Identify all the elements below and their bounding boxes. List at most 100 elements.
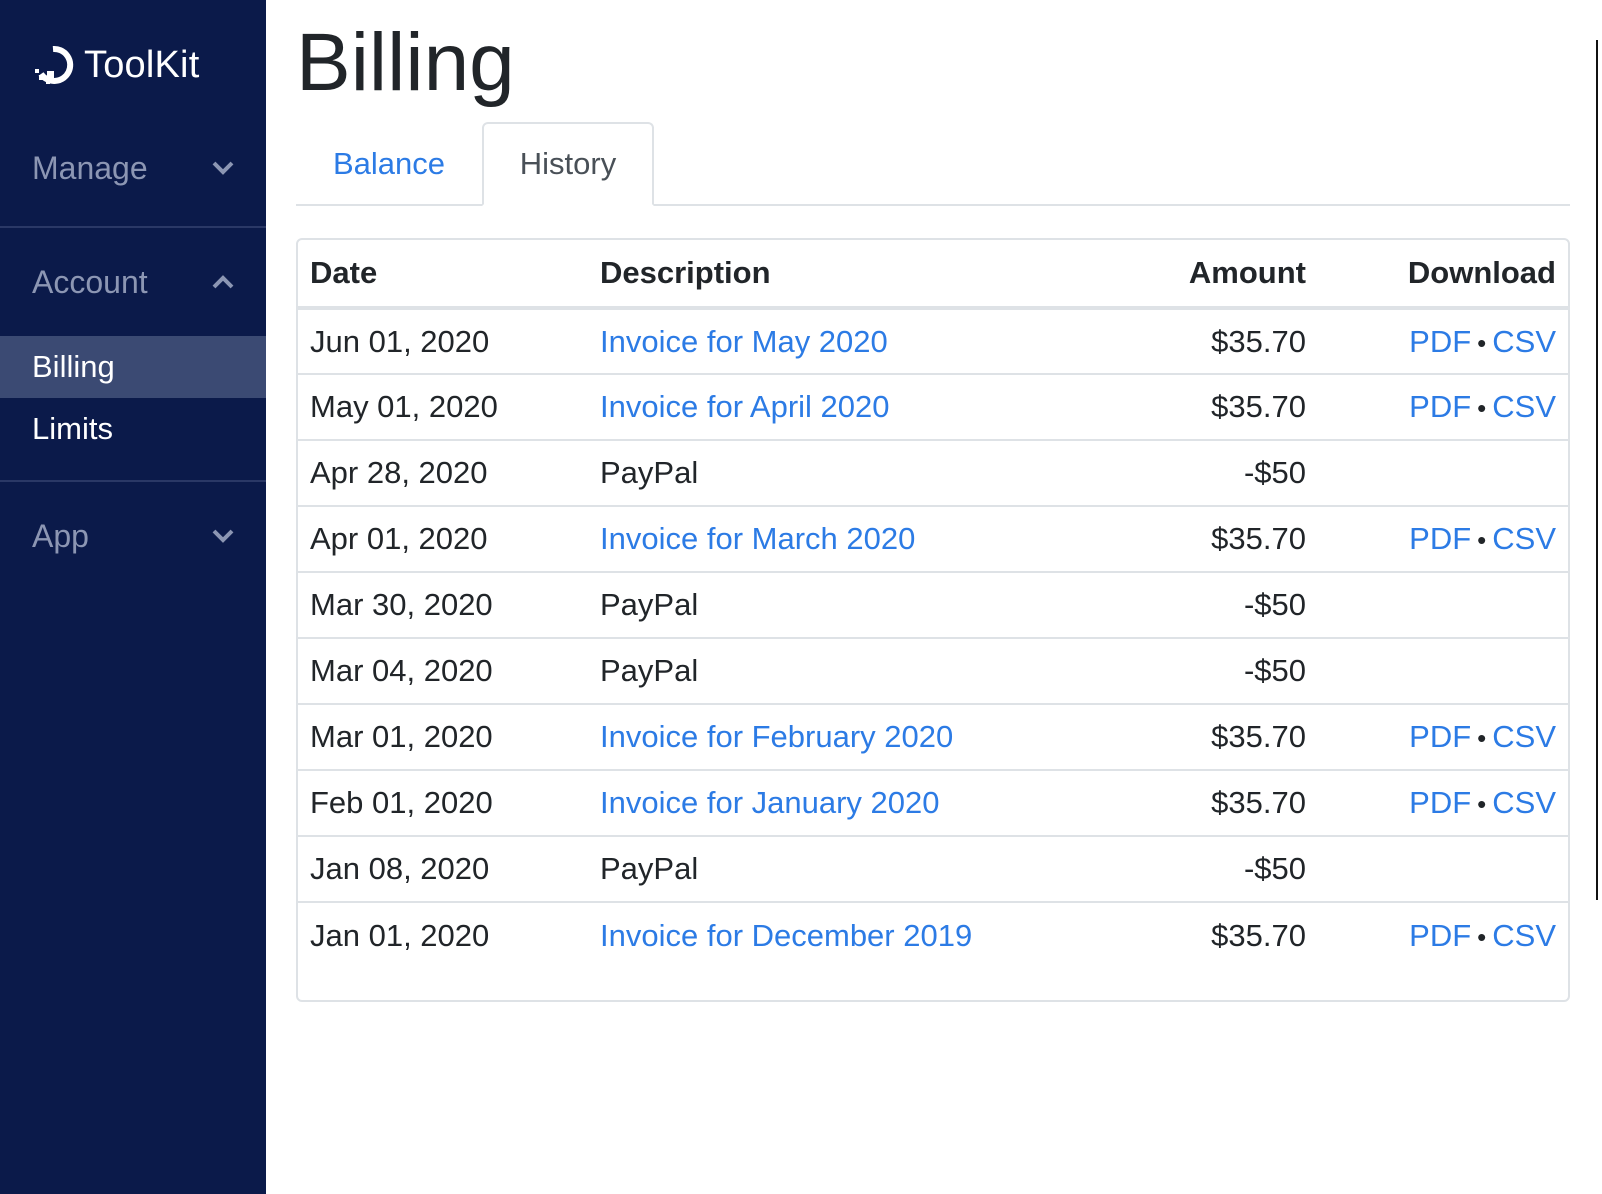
- invoice-link[interactable]: Invoice for January 2020: [600, 785, 940, 820]
- sidebar-item-label: Limits: [32, 411, 113, 446]
- download-pdf-link[interactable]: PDF: [1409, 719, 1471, 754]
- download-csv-link[interactable]: CSV: [1492, 324, 1556, 359]
- brand[interactable]: ToolKit: [32, 40, 199, 90]
- cell-description: Invoice for January 2020: [588, 769, 1118, 836]
- download-csv-link[interactable]: CSV: [1492, 389, 1556, 424]
- download-csv-link[interactable]: CSV: [1492, 918, 1556, 953]
- cell-description: Invoice for April 2020: [588, 373, 1118, 440]
- tab-bar: Balance History: [296, 122, 1570, 206]
- download-pdf-link[interactable]: PDF: [1409, 324, 1471, 359]
- cell-amount: $35.70: [1118, 373, 1318, 440]
- nav-section-account[interactable]: Account: [0, 252, 266, 312]
- cell-amount: -$50: [1118, 637, 1318, 704]
- sidebar-divider: [0, 226, 266, 228]
- cell-date: Feb 01, 2020: [298, 769, 588, 836]
- payment-description: PayPal: [600, 851, 699, 886]
- column-header-date: Date: [298, 240, 588, 310]
- download-pdf-link[interactable]: PDF: [1409, 918, 1471, 953]
- download-csv-link[interactable]: CSV: [1492, 521, 1556, 556]
- cell-date: Apr 01, 2020: [298, 505, 588, 572]
- sidebar-item-label: Billing: [32, 349, 115, 384]
- cell-description: Invoice for December 2019: [588, 901, 1118, 968]
- cell-date: Mar 01, 2020: [298, 703, 588, 770]
- cell-download: PDF • CSV: [1318, 308, 1568, 374]
- invoice-link[interactable]: Invoice for February 2020: [600, 719, 953, 754]
- table-row: Mar 30, 2020 PayPal -$50: [298, 571, 1568, 638]
- download-separator: •: [1477, 327, 1487, 358]
- nav-section-label: Manage: [32, 149, 148, 186]
- cell-description: PayPal: [588, 439, 1118, 506]
- sidebar-divider: [0, 480, 266, 482]
- tab-history[interactable]: History: [482, 122, 654, 206]
- nav-section-label: App: [32, 517, 89, 554]
- nav-section-label: Account: [32, 263, 148, 300]
- cell-date: Jan 01, 2020: [298, 901, 588, 968]
- sidebar-item-billing[interactable]: Billing: [0, 336, 266, 398]
- cell-date: Jan 08, 2020: [298, 835, 588, 902]
- cell-download: PDF • CSV: [1318, 901, 1568, 968]
- table-row: Apr 01, 2020 Invoice for March 2020 $35.70…: [298, 505, 1568, 572]
- table-row: Jan 01, 2020 Invoice for December 2019 $35…: [298, 901, 1568, 968]
- cell-date: Mar 04, 2020: [298, 637, 588, 704]
- nav-section-manage[interactable]: Manage: [0, 138, 266, 198]
- download-separator: •: [1477, 525, 1487, 555]
- nav-section-app[interactable]: App: [0, 506, 266, 566]
- sidebar: ToolKit Manage Account Billing Limits Ap…: [0, 0, 266, 1194]
- toolkit-logo-icon: [35, 45, 74, 84]
- download-separator: •: [1477, 393, 1487, 423]
- sidebar-item-limits[interactable]: Limits: [0, 398, 266, 460]
- chevron-up-icon: [212, 275, 234, 289]
- cell-date: May 01, 2020: [298, 373, 588, 440]
- cell-description: PayPal: [588, 571, 1118, 638]
- table-header-row: Date Description Amount Download: [298, 240, 1568, 310]
- invoice-link[interactable]: Invoice for May 2020: [600, 324, 888, 359]
- column-header-amount: Amount: [1118, 240, 1318, 310]
- cell-download: PDF • CSV: [1318, 769, 1568, 836]
- download-separator: •: [1477, 921, 1487, 952]
- payment-description: PayPal: [600, 653, 699, 688]
- cell-date: Jun 01, 2020: [310, 323, 490, 359]
- payment-description: PayPal: [600, 587, 699, 622]
- column-header-download: Download: [1318, 240, 1568, 310]
- download-csv-link[interactable]: CSV: [1492, 785, 1556, 820]
- cell-description: Invoice for February 2020: [588, 703, 1118, 770]
- download-pdf-link[interactable]: PDF: [1409, 389, 1471, 424]
- cell-date: Mar 30, 2020: [298, 571, 588, 638]
- table-row: Jun 01, 2020 Invoice for May 2020 $35.70 PD…: [298, 308, 1568, 374]
- chevron-down-icon: [212, 161, 234, 175]
- table-row: Mar 01, 2020 Invoice for February 2020 $35…: [298, 703, 1568, 770]
- cell-description: PayPal: [588, 637, 1118, 704]
- cell-amount: $35.70: [1118, 703, 1318, 770]
- cell-download: PDF • CSV: [1318, 505, 1568, 572]
- cell-date: Apr 28, 2020: [298, 439, 588, 506]
- invoice-link[interactable]: Invoice for March 2020: [600, 521, 915, 556]
- cell-amount: -$50: [1118, 835, 1318, 902]
- cell-amount: $35.70: [1211, 323, 1306, 359]
- table-row: Mar 04, 2020 PayPal -$50: [298, 637, 1568, 704]
- download-pdf-link[interactable]: PDF: [1409, 785, 1471, 820]
- invoice-link[interactable]: Invoice for December 2019: [600, 918, 972, 953]
- cell-download: [1318, 637, 1568, 704]
- cell-description: Invoice for May 2020: [588, 308, 1118, 374]
- billing-history-table: Date Description Amount Download Jun 01,…: [298, 240, 1568, 968]
- table-row: Jan 08, 2020 PayPal -$50: [298, 835, 1568, 902]
- invoice-link[interactable]: Invoice for April 2020: [600, 389, 890, 424]
- cell-download: [1318, 571, 1568, 638]
- cell-download: [1318, 835, 1568, 902]
- cell-amount: $35.70: [1118, 769, 1318, 836]
- payment-description: PayPal: [600, 455, 699, 490]
- download-pdf-link[interactable]: PDF: [1409, 521, 1471, 556]
- cell-amount: $35.70: [1118, 505, 1318, 572]
- download-csv-link[interactable]: CSV: [1492, 719, 1556, 754]
- table-row: Feb 01, 2020 Invoice for January 2020 $35.…: [298, 769, 1568, 836]
- billing-history-card: Date Description Amount Download Jun 01,…: [296, 238, 1570, 1002]
- cell-download: [1318, 439, 1568, 506]
- cell-amount: -$50: [1118, 439, 1318, 506]
- cell-download: PDF • CSV: [1318, 703, 1568, 770]
- chevron-down-icon: [212, 529, 234, 543]
- page-title: Billing: [296, 17, 515, 108]
- cell-description: Invoice for March 2020: [588, 505, 1118, 572]
- app-name: ToolKit: [84, 43, 200, 86]
- tab-balance[interactable]: Balance: [296, 122, 482, 206]
- window-edge: [1596, 40, 1602, 900]
